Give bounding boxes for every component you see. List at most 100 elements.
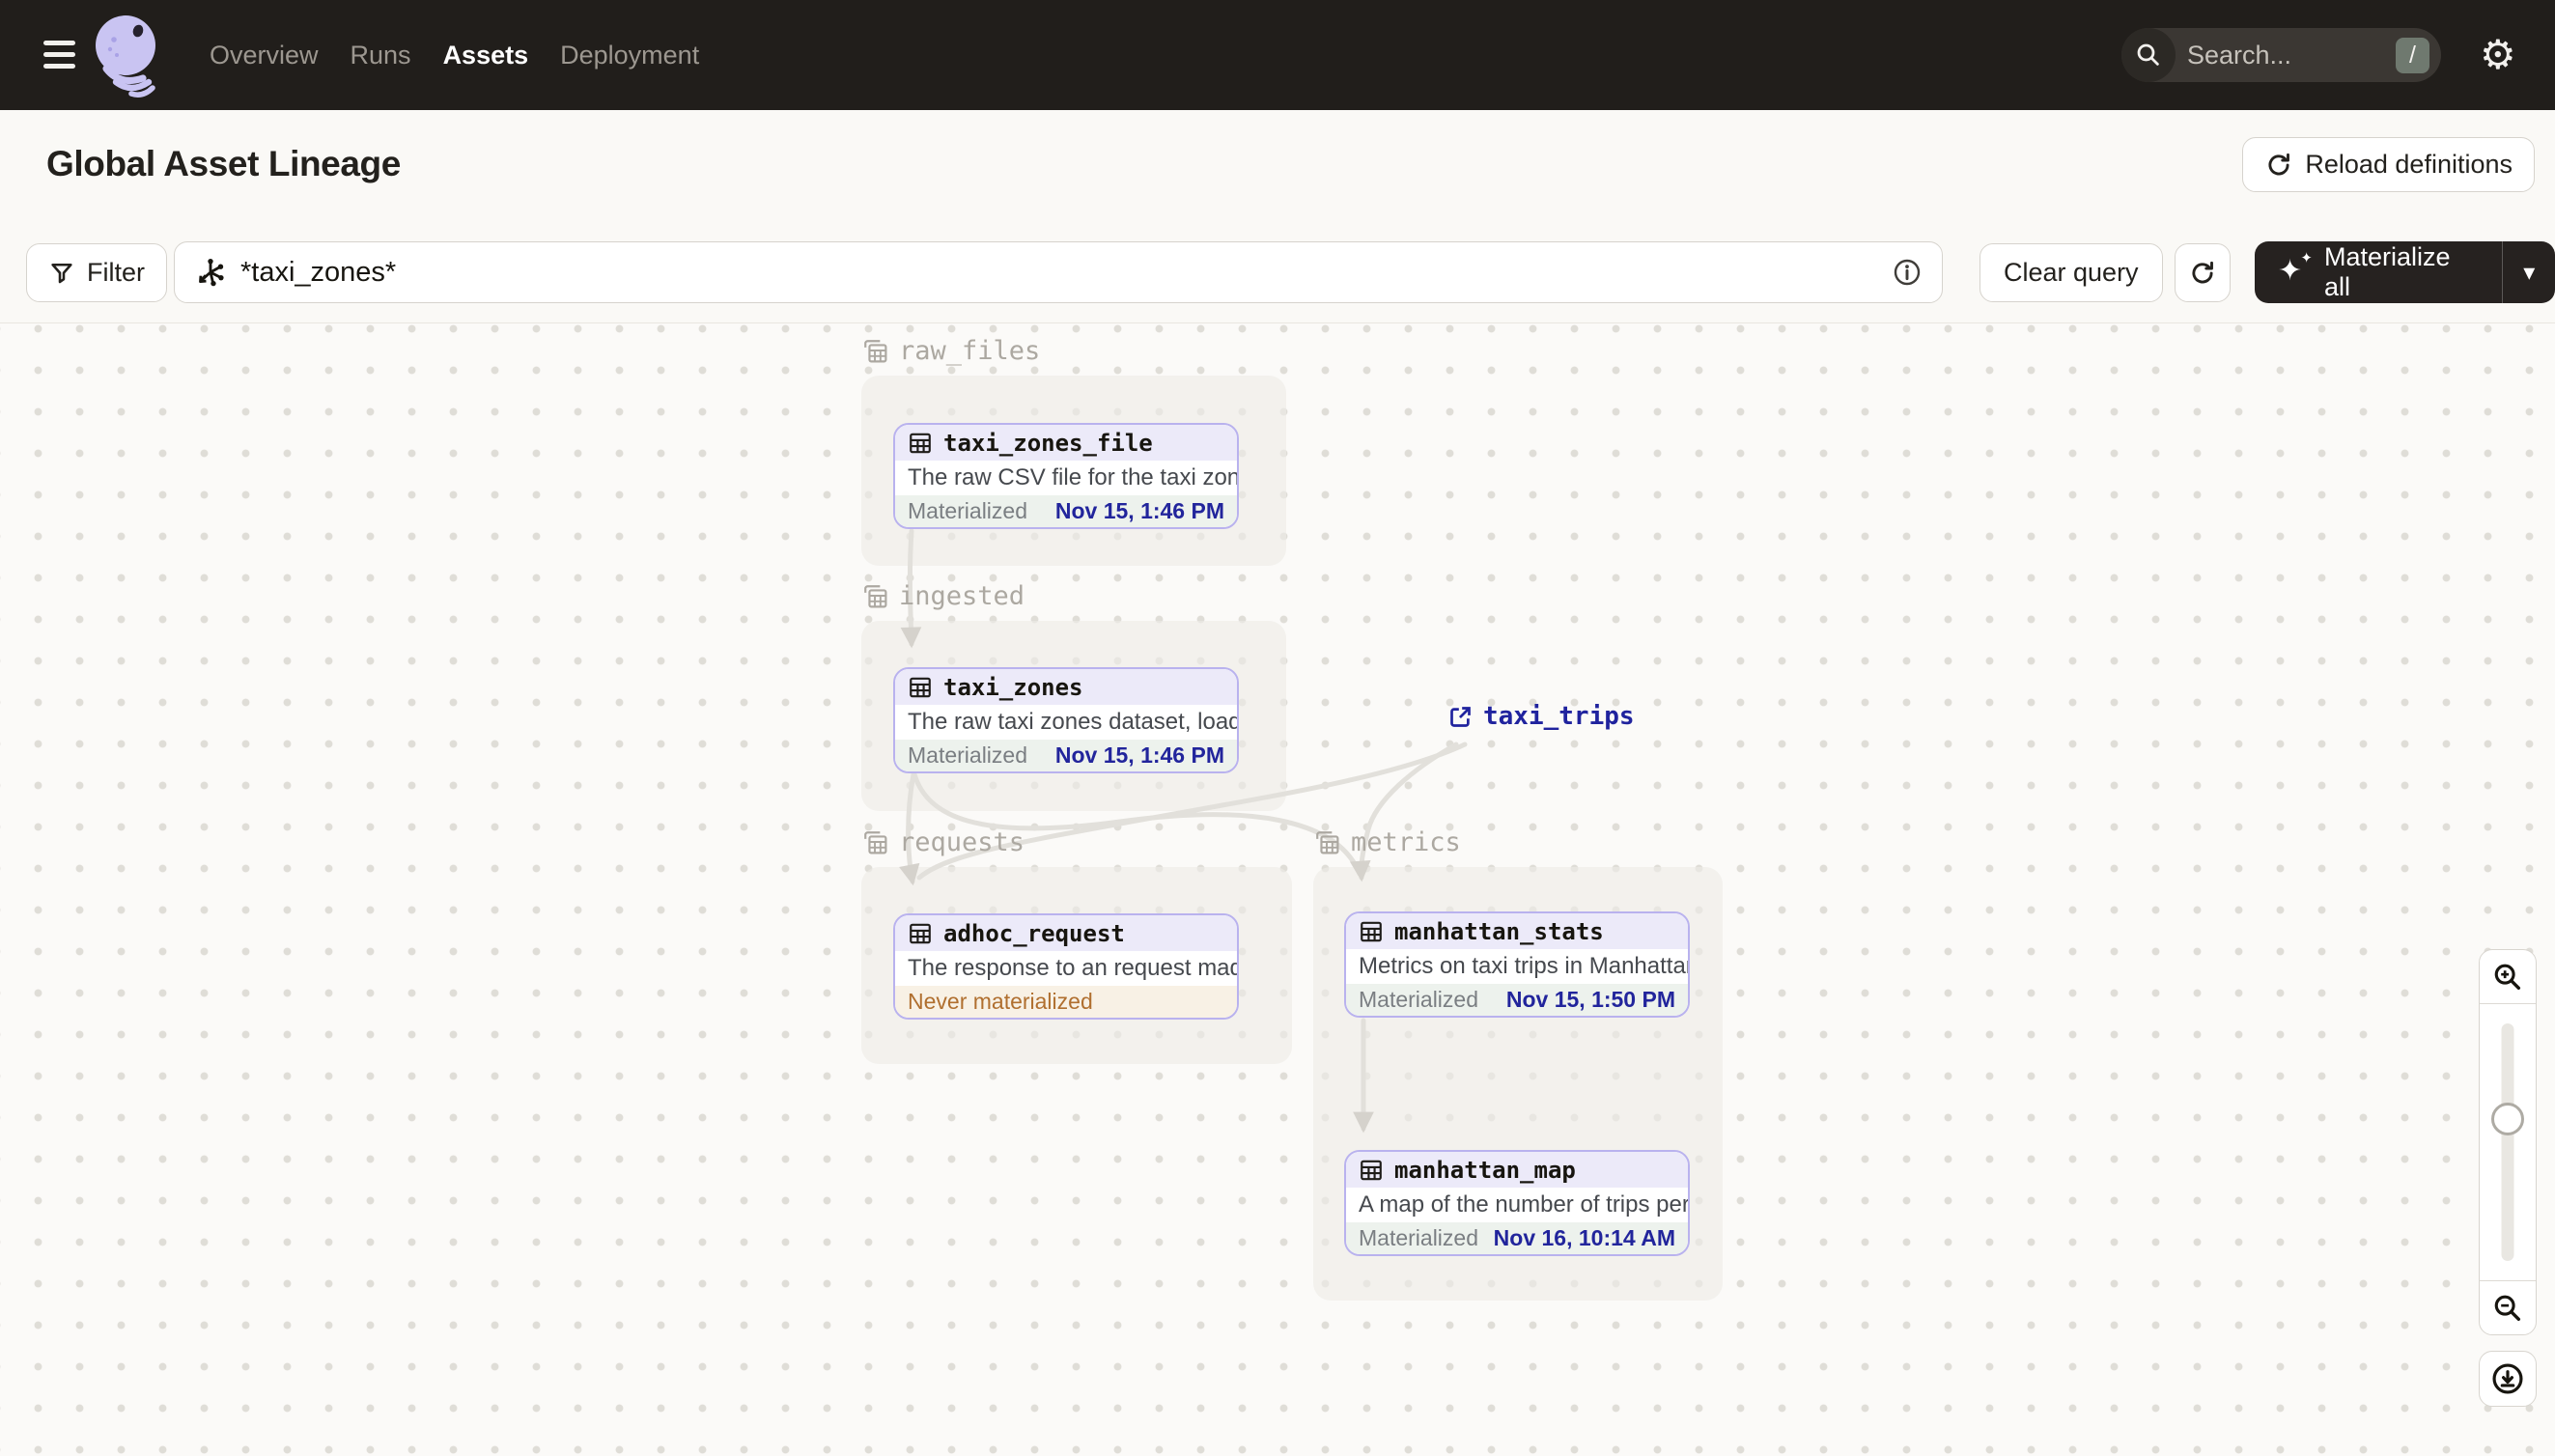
recenter-view-button[interactable] — [2479, 1351, 2537, 1407]
edge-taxi_zones-to-manhattan_stats — [912, 771, 1362, 877]
clear-query-label: Clear query — [2004, 258, 2139, 287]
status-label: Never materialized — [908, 989, 1093, 1014]
zoom-slider-handle[interactable] — [2491, 1103, 2524, 1135]
status-timestamp[interactable]: Nov 16, 10:14 AM — [1494, 1225, 1675, 1251]
reload-icon — [2264, 151, 2293, 180]
group-label-requests[interactable]: requests — [861, 827, 1025, 857]
status-timestamp[interactable]: Nov 15, 1:46 PM — [1055, 742, 1224, 769]
group-label-raw_files[interactable]: raw_files — [861, 336, 1040, 366]
asset-node-header: taxi_zones_file — [895, 425, 1237, 461]
group-tables-icon — [861, 828, 889, 856]
status-label: Materialized — [908, 742, 1027, 768]
asset-description: The raw taxi zones dataset, loaded int..… — [895, 705, 1237, 740]
refresh-icon — [2188, 259, 2217, 288]
sparkle-icon: ✦ ✦ — [2278, 249, 2313, 288]
page-header: Global Asset Lineage Reload definitions — [0, 110, 2555, 217]
asset-description: Metrics on taxi trips in Manhattan — [1346, 949, 1688, 984]
asset-description: The response to an request made in th... — [895, 951, 1237, 986]
nav-item-assets[interactable]: Assets — [443, 41, 529, 70]
asset-status-bar: Materialized Nov 15, 1:46 PM — [895, 495, 1237, 527]
asset-description: A map of the number of trips per taxi z.… — [1346, 1188, 1688, 1222]
status-label: Materialized — [1359, 987, 1478, 1012]
asset-description: The raw CSV file for the taxi zones dat.… — [895, 461, 1237, 495]
search-icon — [2121, 28, 2176, 82]
search-shortcut-badge: / — [2396, 37, 2429, 73]
zoom-in-button[interactable] — [2480, 950, 2536, 1003]
nav-item-overview[interactable]: Overview — [210, 41, 319, 70]
external-asset-link-taxi_trips[interactable]: taxi_trips — [1447, 702, 1635, 731]
group-name: raw_files — [899, 336, 1041, 366]
clear-query-button[interactable]: Clear query — [1979, 243, 2163, 302]
recenter-icon — [2489, 1360, 2526, 1397]
page-title: Global Asset Lineage — [46, 143, 401, 183]
refresh-graph-button[interactable] — [2175, 243, 2231, 302]
lineage-canvas[interactable]: raw_files ingested requests metrics taxi_zo… — [0, 323, 2555, 1456]
asset-node-header: manhattan_stats — [1346, 913, 1688, 949]
group-tables-icon — [861, 582, 889, 610]
group-name: requests — [899, 827, 1025, 857]
settings-gear-icon[interactable]: ⚙ — [2480, 32, 2516, 78]
group-label-ingested[interactable]: ingested — [861, 581, 1025, 611]
zoom-panel — [2479, 949, 2537, 1335]
asset-name: manhattan_stats — [1394, 917, 1604, 945]
lineage-edges — [899, 528, 1468, 1134]
table-icon — [1359, 919, 1384, 944]
asset-node-header: manhattan_map — [1346, 1152, 1688, 1188]
group-tables-icon — [1313, 828, 1341, 856]
table-icon — [908, 675, 933, 700]
reload-definitions-label: Reload definitions — [2305, 150, 2513, 179]
query-info-icon[interactable] — [1892, 257, 1923, 288]
asset-status-bar: Materialized Nov 15, 1:46 PM — [895, 740, 1237, 771]
table-icon — [1359, 1158, 1384, 1183]
nav-item-deployment[interactable]: Deployment — [560, 41, 699, 70]
asset-name: taxi_zones — [943, 673, 1083, 701]
asset-name: adhoc_request — [943, 919, 1125, 947]
external-asset-name: taxi_trips — [1483, 702, 1635, 731]
group-name: metrics — [1351, 827, 1461, 857]
zoom-slider-track — [2501, 1023, 2514, 1261]
nav-item-runs[interactable]: Runs — [351, 41, 411, 70]
asset-status-bar: Never materialized — [895, 986, 1237, 1018]
filter-button[interactable]: Filter — [26, 243, 167, 302]
filter-funnel-icon — [48, 260, 75, 287]
filter-label: Filter — [87, 258, 145, 287]
asset-node-header: adhoc_request — [895, 915, 1237, 951]
primary-nav: Overview Runs Assets Deployment — [210, 0, 699, 110]
asset-selection-input-wrap — [174, 241, 1943, 303]
table-icon — [908, 431, 933, 456]
status-timestamp[interactable]: Nov 15, 1:50 PM — [1506, 987, 1675, 1013]
external-link-icon — [1447, 704, 1474, 730]
caret-down-icon: ▾ — [2523, 259, 2536, 286]
asset-node-header: taxi_zones — [895, 669, 1237, 705]
asset-status-bar: Materialized Nov 15, 1:50 PM — [1346, 984, 1688, 1016]
asset-name: manhattan_map — [1394, 1156, 1576, 1184]
reload-definitions-button[interactable]: Reload definitions — [2242, 137, 2535, 192]
asset-node-manhattan_map[interactable]: manhattan_map A map of the number of tri… — [1344, 1150, 1690, 1256]
lineage-toolbar: Filter Clear query ✦ ✦ Mater — [0, 217, 2555, 323]
group-label-metrics[interactable]: metrics — [1313, 827, 1461, 857]
top-nav: Overview Runs Assets Deployment / ⚙ — [0, 0, 2555, 110]
table-icon — [908, 921, 933, 946]
status-timestamp[interactable]: Nov 15, 1:46 PM — [1055, 498, 1224, 524]
materialize-all-label: Materialize all — [2324, 242, 2451, 301]
menu-hamburger-icon[interactable] — [43, 41, 75, 69]
asset-selection-input[interactable] — [240, 256, 1878, 289]
materialize-split-button: ✦ ✦ Materialize all ▾ — [2255, 241, 2555, 303]
global-search[interactable]: / — [2121, 28, 2441, 82]
dagster-logo[interactable] — [91, 13, 166, 99]
search-input[interactable] — [2187, 40, 2396, 70]
materialize-all-button[interactable]: ✦ ✦ Materialize all — [2255, 241, 2502, 303]
asset-node-taxi_zones[interactable]: taxi_zones The raw taxi zones dataset, l… — [893, 667, 1239, 773]
asset-status-bar: Materialized Nov 16, 10:14 AM — [1346, 1222, 1688, 1254]
zoom-out-button[interactable] — [2480, 1281, 2536, 1334]
asset-node-taxi_zones_file[interactable]: taxi_zones_file The raw CSV file for the… — [893, 423, 1239, 529]
asset-node-manhattan_stats[interactable]: manhattan_stats Metrics on taxi trips in… — [1344, 911, 1690, 1018]
zoom-slider — [2480, 1003, 2536, 1281]
asset-node-adhoc_request[interactable]: adhoc_request The response to an request… — [893, 913, 1239, 1020]
materialize-options-button[interactable]: ▾ — [2502, 241, 2555, 303]
asset-graph-query-icon — [194, 256, 227, 289]
status-label: Materialized — [1359, 1225, 1478, 1250]
asset-name: taxi_zones_file — [943, 429, 1153, 457]
group-name: ingested — [899, 581, 1025, 611]
status-label: Materialized — [908, 498, 1027, 523]
